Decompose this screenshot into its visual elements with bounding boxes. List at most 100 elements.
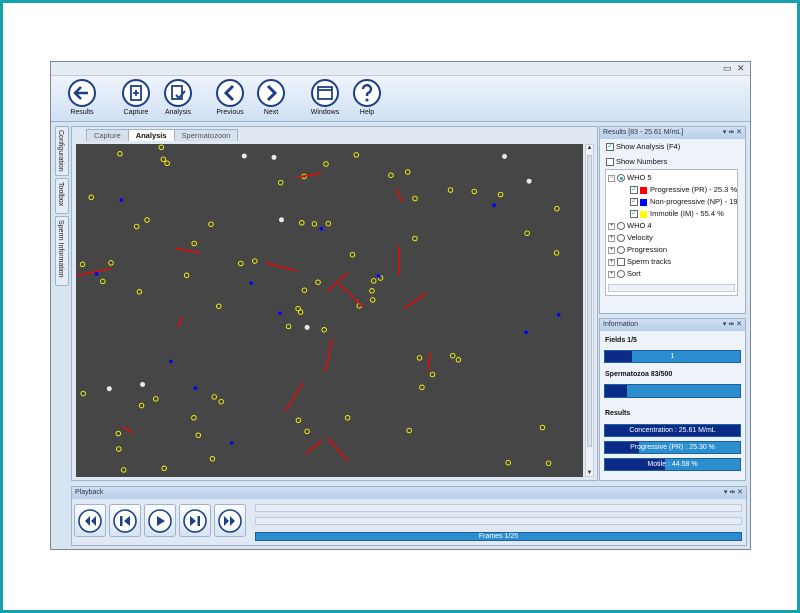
frame-track-upper[interactable] xyxy=(255,504,742,512)
tree-immotile-label: Immotile (IM) - 55.4 % xyxy=(650,209,724,218)
play-button[interactable] xyxy=(144,504,176,537)
scroll-thumb[interactable] xyxy=(587,155,592,447)
skip-forward-icon xyxy=(183,509,207,533)
app-window: ▭ ✕ Results Capture Analysis Previous Ne… xyxy=(50,61,751,550)
help-button-label: Help xyxy=(359,109,375,116)
checkbox-checked-icon: ✓ xyxy=(606,143,614,152)
first-frame-button[interactable] xyxy=(74,504,106,537)
scroll-down-icon[interactable]: ▼ xyxy=(586,470,593,476)
debris-particle xyxy=(502,153,507,159)
tab-toolbox-label: Toolbox xyxy=(57,182,64,207)
results-section-label: Results xyxy=(605,410,631,417)
windows-button[interactable]: Windows xyxy=(305,78,345,116)
help-button[interactable]: Help xyxy=(347,78,387,116)
checkbox-unchecked-icon xyxy=(606,158,614,167)
last-frame-button[interactable] xyxy=(214,504,246,537)
tree-item-sort[interactable]: + Sort xyxy=(608,268,641,279)
concentration-bar: Concentration : 25.61 M/mL xyxy=(604,424,741,437)
spermatozoa-progress-bar xyxy=(604,384,741,398)
expand-icon: + xyxy=(608,234,615,242)
tab-analysis[interactable]: Analysis xyxy=(127,129,175,141)
tab-spermatozoon[interactable]: Spermatozoon xyxy=(173,129,239,141)
fast-backward-icon xyxy=(78,509,102,533)
information-panel-title: Information xyxy=(603,321,639,328)
close-icon[interactable]: ✕ xyxy=(737,63,745,74)
tree-nonprogressive-label: Non-progressive (NP) - 19 xyxy=(650,197,738,206)
frames-progress-bar: Frames 1/25 xyxy=(255,532,742,541)
results-button[interactable]: Results xyxy=(62,78,102,116)
fields-label: Fields 1/5 xyxy=(605,337,637,344)
nonprogressive-color-swatch xyxy=(640,198,647,206)
tree-item-who5[interactable]: − WHO 5 xyxy=(608,172,652,183)
panel-controls-icon[interactable]: ▾ ⇹ ✕ xyxy=(723,319,742,331)
tree-item-nonprogressive[interactable]: ✓ Non-progressive (NP) - 19 xyxy=(630,196,738,207)
tree-who4-label: WHO 4 xyxy=(627,221,652,230)
tab-capture[interactable]: Capture xyxy=(86,129,129,141)
microscope-image[interactable] xyxy=(76,144,583,477)
motile-bar: Motile : 44.58 % xyxy=(604,458,741,471)
tree-item-velocity[interactable]: + Velocity xyxy=(608,232,653,243)
fields-progress-bar: 1 xyxy=(604,350,741,363)
results-tree[interactable]: − WHO 5 ✓ Progressive (PR) - 25.3 % ✓ Non-p… xyxy=(605,169,738,296)
tab-toolbox[interactable]: Toolbox xyxy=(55,178,69,214)
tree-hscrollbar[interactable] xyxy=(608,284,735,292)
nonprogressive-marker xyxy=(229,441,234,445)
scroll-up-icon[interactable]: ▲ xyxy=(586,145,593,151)
add-document-icon xyxy=(122,79,150,107)
radio-unchecked-icon xyxy=(617,222,625,231)
spermatozoa-label: Spermatozoa 83/500 xyxy=(605,371,673,378)
motile-text: Motile : 44.58 % xyxy=(647,461,698,468)
expand-icon: + xyxy=(608,270,615,278)
image-scrollbar[interactable]: ▲ ▼ xyxy=(585,144,594,477)
tree-item-progressive[interactable]: ✓ Progressive (PR) - 25.3 % xyxy=(630,184,737,195)
results-panel-title: Results [83 - 25.61 M/mL] xyxy=(603,129,684,136)
tab-configuration[interactable]: Configuration xyxy=(55,126,69,176)
expand-icon: + xyxy=(608,222,615,230)
information-panel: Information ▾ ⇹ ✕ Fields 1/5 1 Spermatozo… xyxy=(599,318,746,481)
capture-button-label: Capture xyxy=(123,109,149,116)
tree-item-immotile[interactable]: ✓ Immotile (IM) - 55.4 % xyxy=(630,208,724,219)
expand-icon: + xyxy=(608,258,615,266)
nonprogressive-marker xyxy=(193,386,198,390)
previous-frame-button[interactable] xyxy=(109,504,141,537)
radio-checked-icon xyxy=(617,174,625,183)
tree-who5-label: WHO 5 xyxy=(627,173,652,182)
spermatozoa-progress-fill xyxy=(605,385,628,397)
minimize-icon[interactable]: ▭ xyxy=(723,63,732,74)
document-area: Capture Analysis Spermatozoon ▲ ▼ xyxy=(71,126,598,481)
doc-tabs: Capture Analysis Spermatozoon xyxy=(86,129,239,142)
field-background xyxy=(76,144,583,477)
analysis-button[interactable]: Analysis xyxy=(158,78,198,116)
frame-track-lower[interactable] xyxy=(255,517,742,525)
progressive-color-swatch xyxy=(640,186,647,194)
tree-item-progression[interactable]: + Progression xyxy=(608,244,667,255)
analysis-button-label: Analysis xyxy=(164,109,192,116)
tree-velocity-label: Velocity xyxy=(627,233,653,242)
immotile-color-swatch xyxy=(640,210,647,218)
playback-header: Playback ▾ ⇹ ✕ xyxy=(72,487,746,499)
tab-sperm-information[interactable]: Sperm Information xyxy=(55,216,69,286)
next-button[interactable]: Next xyxy=(251,78,291,116)
panel-controls-icon[interactable]: ▾ ⇹ ✕ xyxy=(723,127,742,139)
chevron-left-icon xyxy=(216,79,244,107)
collapse-icon: − xyxy=(608,174,615,182)
tree-progression-label: Progression xyxy=(627,245,668,254)
next-frame-button[interactable] xyxy=(179,504,211,537)
debris-particle xyxy=(304,324,310,330)
capture-button[interactable]: Capture xyxy=(116,78,156,116)
show-analysis-checkbox[interactable]: ✓ Show Analysis (F4) xyxy=(606,142,681,152)
title-bar: ▭ ✕ xyxy=(51,62,750,76)
nonprogressive-marker xyxy=(319,226,324,231)
next-button-label: Next xyxy=(263,109,279,116)
previous-button[interactable]: Previous xyxy=(210,78,250,116)
question-icon xyxy=(353,79,381,107)
panel-controls-icon[interactable]: ▾ ⇹ ✕ xyxy=(724,487,743,499)
debris-particle xyxy=(140,382,146,387)
show-analysis-label: Show Analysis (F4) xyxy=(616,142,681,151)
tree-item-sperm-tracks[interactable]: + Sperm tracks xyxy=(608,256,671,267)
tree-item-who4[interactable]: + WHO 4 xyxy=(608,220,652,231)
show-numbers-checkbox[interactable]: Show Numbers xyxy=(606,157,667,167)
fields-bar-text: 1 xyxy=(670,353,675,360)
tree-sperm-tracks-label: Sperm tracks xyxy=(627,257,672,266)
arrow-left-icon xyxy=(68,79,96,107)
